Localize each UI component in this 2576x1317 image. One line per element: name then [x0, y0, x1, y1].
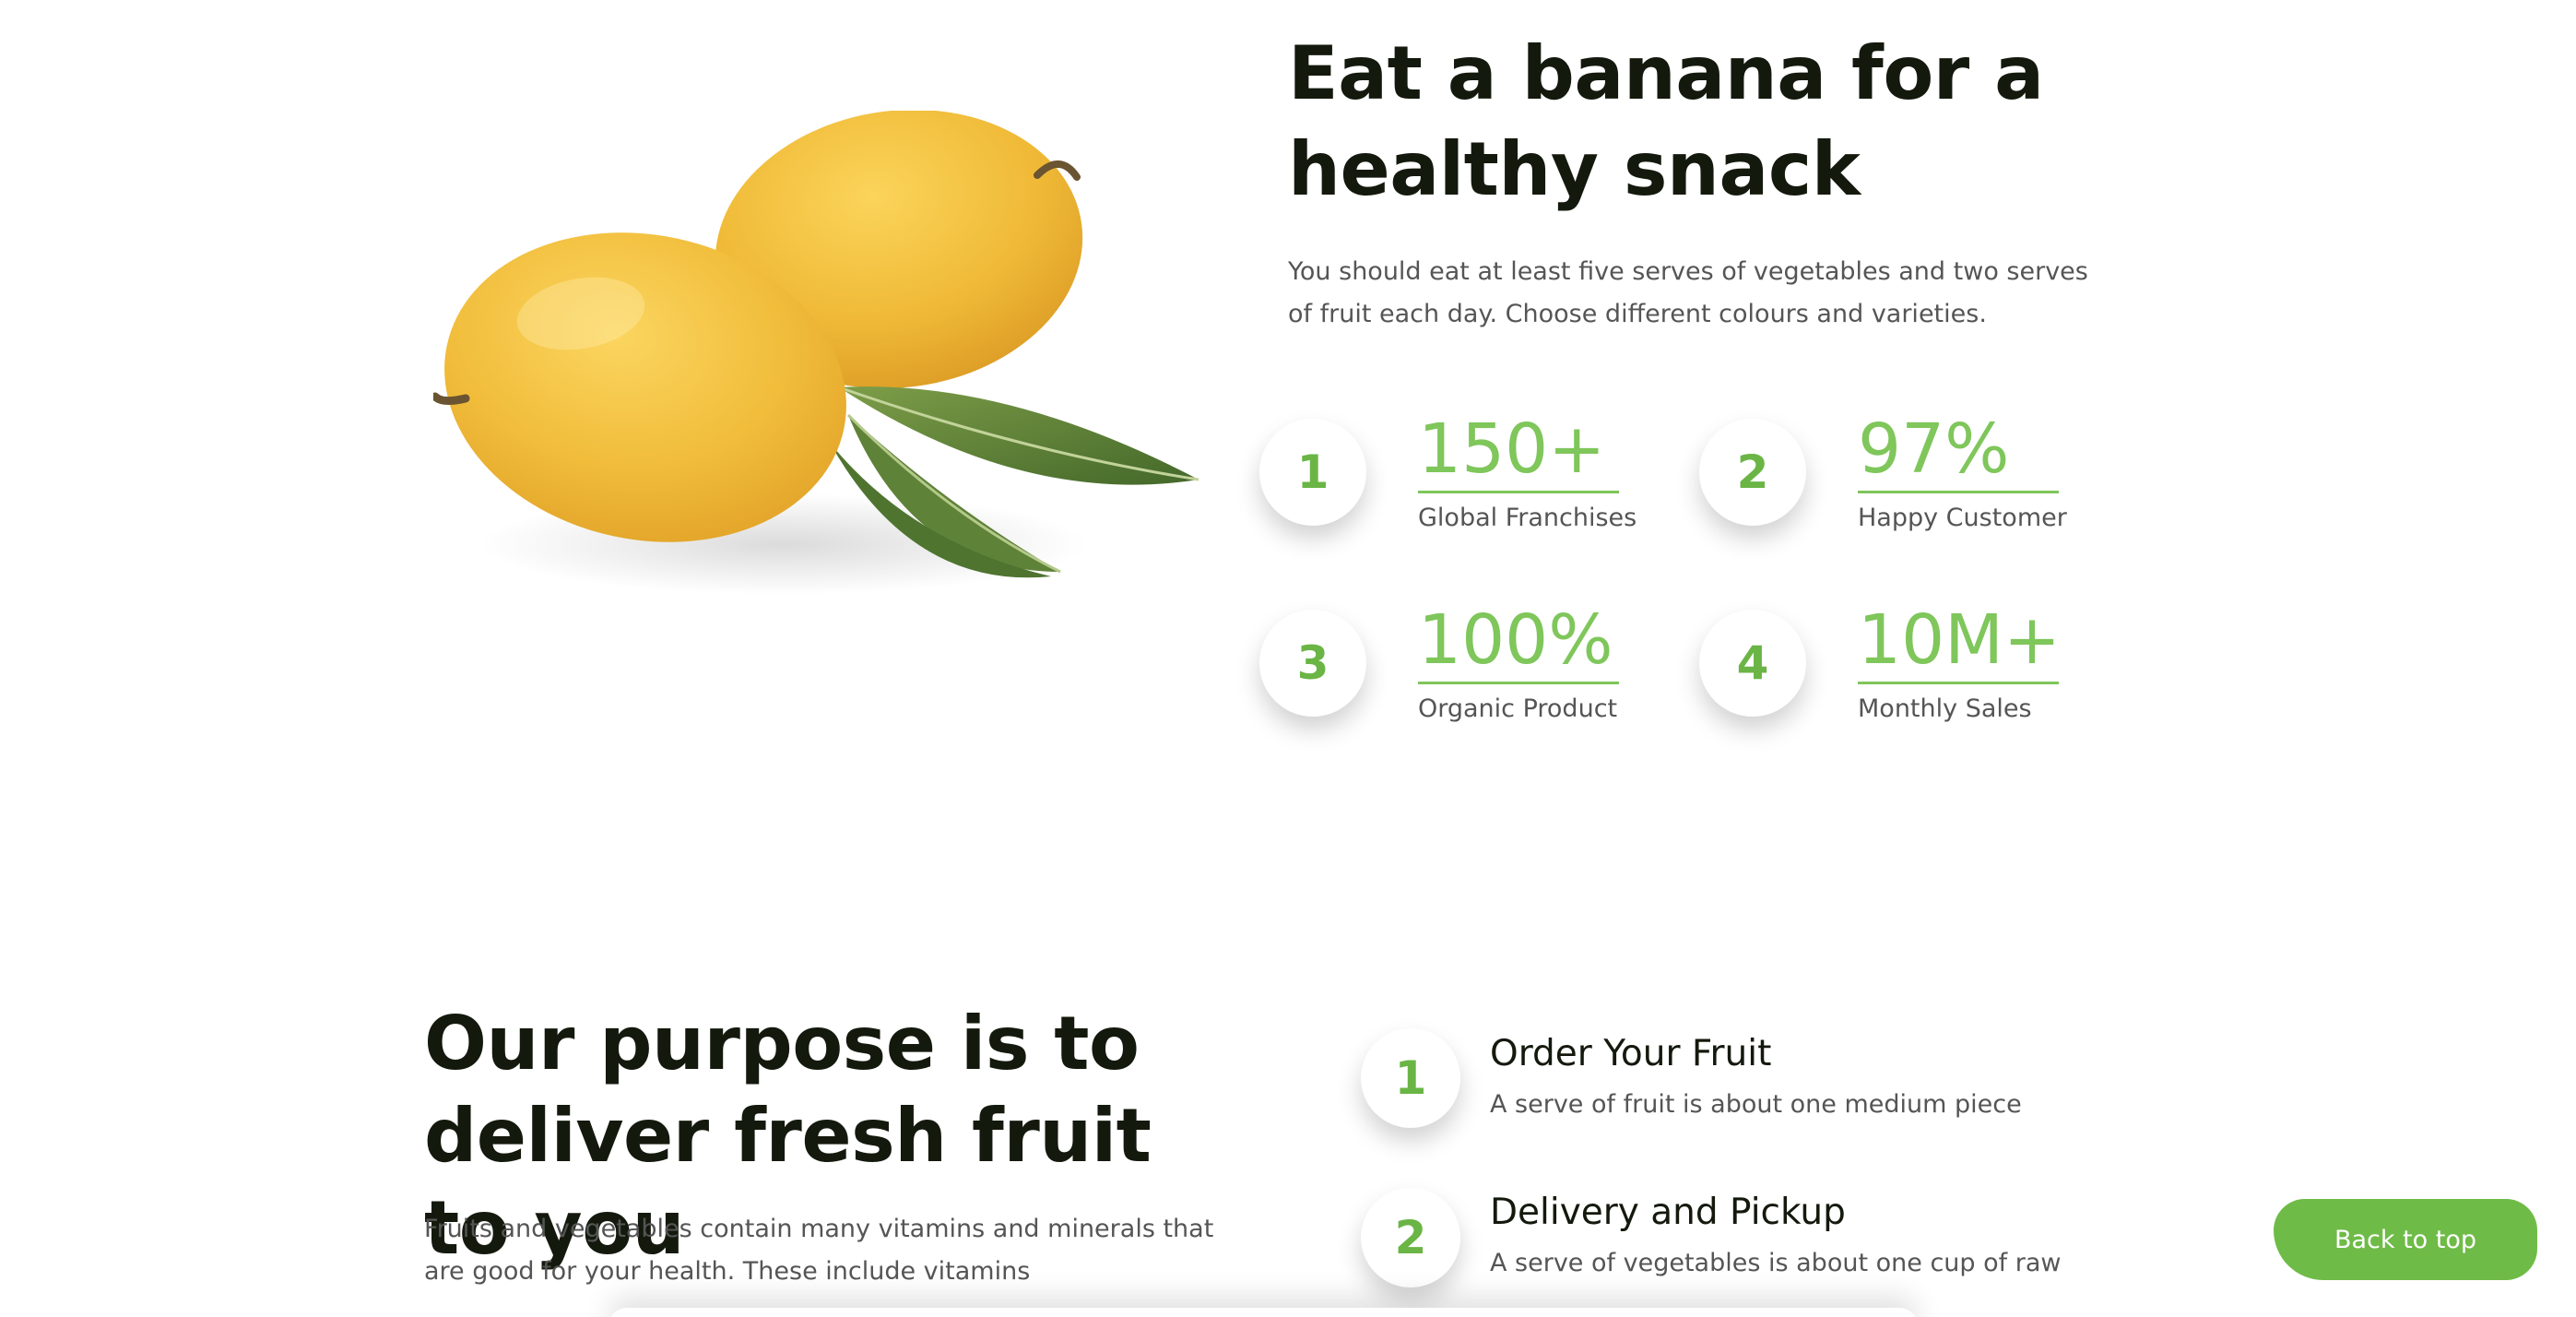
purpose-description: Fruits and vegetables contain many vitam…	[424, 1215, 1214, 1286]
page: Eat a banana for a healthy snack You sho…	[0, 0, 2576, 1317]
step-description-2: A serve of vegetables is about one cup o…	[1490, 1249, 2062, 1277]
step-badge-1: 1	[1361, 1028, 1460, 1128]
mango-illustration	[433, 111, 1199, 595]
stat-label-1: Global Franchises	[1418, 504, 1637, 532]
step-title-2: Delivery and Pickup	[1490, 1192, 1846, 1233]
hero-description: You should eat at least five serves of v…	[1288, 257, 2088, 328]
stat-label-4: Monthly Sales	[1858, 694, 2032, 723]
stat-value-1: 150+	[1418, 409, 1619, 493]
stat-label-2: Happy Customer	[1858, 504, 2067, 532]
hero-headline: Eat a banana for a healthy snack	[1288, 30, 2044, 212]
step-badge-2: 2	[1361, 1188, 1460, 1287]
stat-badge-4: 4	[1699, 610, 1806, 717]
stat-badge-2: 2	[1699, 419, 1806, 526]
stat-badge-3: 3	[1259, 610, 1366, 717]
stat-label-3: Organic Product	[1418, 694, 1618, 723]
stat-value-4: 10M+	[1858, 600, 2061, 684]
stat-value-2: 97%	[1858, 409, 2059, 493]
step-description-1: A serve of fruit is about one medium pie…	[1490, 1090, 2022, 1119]
stat-badge-1: 1	[1259, 419, 1366, 526]
card-edge	[609, 1308, 1918, 1317]
back-to-top-button[interactable]: Back to top	[2274, 1199, 2537, 1280]
stat-value-3: 100%	[1418, 600, 1619, 684]
step-title-1: Order Your Fruit	[1490, 1033, 1772, 1074]
